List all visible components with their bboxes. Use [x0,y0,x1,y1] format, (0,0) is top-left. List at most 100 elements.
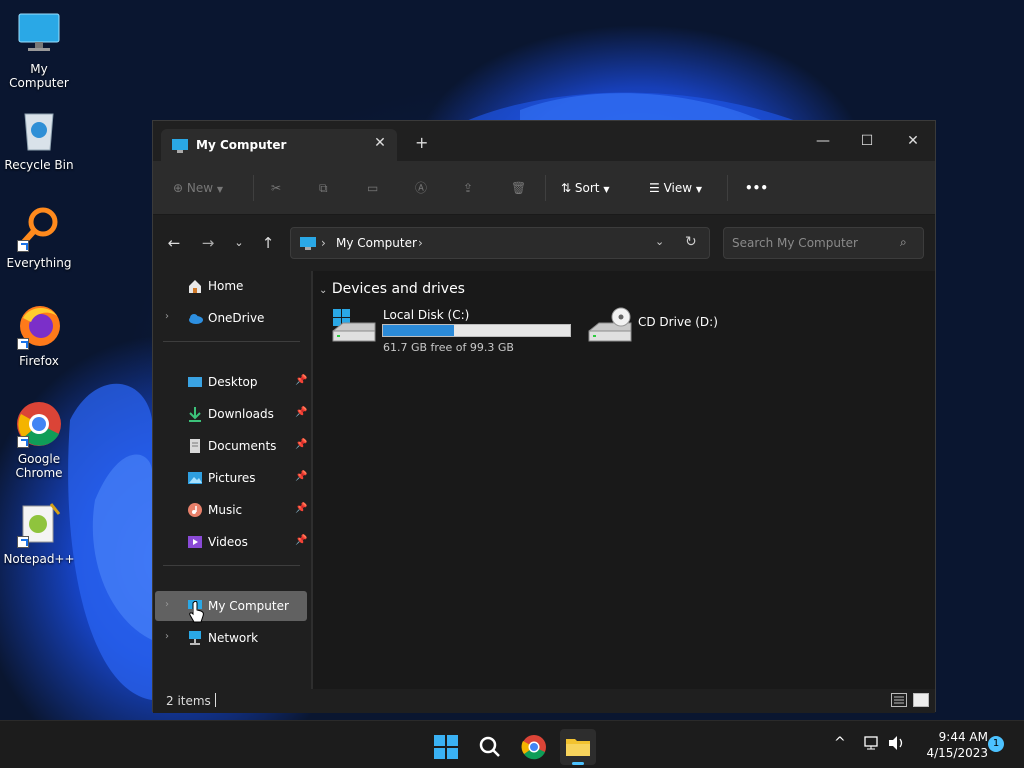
pin-icon: 📌 [295,375,308,386]
document-icon [187,438,203,454]
music-icon [187,502,203,518]
desktop-icon-everything[interactable]: Everything [0,204,78,270]
video-icon [187,534,203,550]
hand-cursor-icon [189,600,205,626]
rename-button[interactable]: Ⓐ [415,177,427,199]
drive-usage-bar [382,324,571,337]
sidebar-item-downloads[interactable]: Downloads 📌 [155,399,307,429]
copy-icon: ⧉ [319,181,328,195]
show-hidden-icons-chevron-icon[interactable]: ^ [834,735,846,751]
command-bar: ⊕ New ▼ ✂ ⧉ ▭ Ⓐ ⇪ 🗑 ⇅ Sort ▼ ☰ View ▼ ••… [153,161,935,215]
desktop-icon-label: Recycle Bin [4,158,74,172]
sidebar-item-label: Videos [208,535,248,549]
sidebar-item-documents[interactable]: Documents 📌 [155,431,307,461]
drive-usage-fill [383,325,454,336]
copy-button[interactable]: ⧉ [319,177,328,199]
cloud-icon [187,310,203,326]
back-arrow-icon[interactable]: ← [163,233,185,253]
desktop-icon-label: Notepad++ [3,552,75,566]
clock[interactable]: 9:44 AM 4/15/2023 [912,729,988,761]
sidebar-item-label: My Computer [208,599,289,613]
notepad-plus-plus-icon [15,500,63,548]
drive-item-cd-drive[interactable]: CD Drive (D:) [587,307,747,361]
details-view-icon[interactable] [891,693,907,707]
recent-locations-chevron-icon[interactable]: ⌄ [228,233,250,253]
scissors-icon: ✂ [271,181,282,195]
sidebar-item-onedrive[interactable]: › OneDrive [155,303,307,333]
chrome-taskbar-button[interactable] [516,729,552,765]
delete-button[interactable]: 🗑 [511,177,526,199]
tab-close-button[interactable]: ✕ [371,135,389,151]
large-icons-view-icon[interactable] [913,693,929,707]
sidebar-item-network[interactable]: › Network [155,623,307,653]
network-status-icon[interactable] [864,735,880,755]
sidebar-item-label: Desktop [208,375,258,389]
sidebar-item-pictures[interactable]: Pictures 📌 [155,463,307,493]
drive-item-local-disk[interactable]: Local Disk (C:) 61.7 GB free of 99.3 GB [331,307,577,361]
sidebar-item-videos[interactable]: Videos 📌 [155,527,307,557]
sort-button[interactable]: ⇅ Sort ▼ [561,177,609,199]
group-header-devices[interactable]: ⌄ Devices and drives [319,281,465,297]
address-row: ← → ⌄ ↑ › My Computer › ⌄ ↻ Search My Co… [153,215,935,271]
forward-arrow-icon[interactable]: → [197,233,219,253]
sort-button-label: Sort [574,181,600,195]
desktop-icon-firefox[interactable]: Firefox [0,302,78,368]
breadcrumb-segment[interactable]: My Computer [336,236,417,250]
new-button-label: New [186,181,214,195]
address-bar[interactable]: › My Computer › ⌄ ↻ [290,227,710,259]
new-tab-button[interactable]: + [415,133,428,152]
start-button[interactable] [428,729,464,765]
plus-circle-icon: ⊕ [173,181,184,195]
search-input[interactable]: Search My Computer ⌕ [723,227,924,259]
toolbar-divider [545,175,546,201]
chevron-right-icon[interactable]: › [165,631,169,642]
sidebar-divider [163,565,300,566]
clipboard-icon: ▭ [367,181,379,195]
clock-time: 9:44 AM [938,730,988,744]
see-more-button[interactable]: ••• [745,177,768,199]
trash-icon: 🗑 [511,181,527,195]
refresh-icon[interactable]: ↻ [685,234,697,250]
close-button[interactable]: ✕ [893,127,933,155]
new-button[interactable]: ⊕ New ▼ [173,177,223,199]
tab-my-computer[interactable]: My Computer ✕ [161,129,397,161]
maximize-button[interactable]: ☐ [847,127,887,155]
desktop-icon-my-computer[interactable]: My Computer [0,10,78,90]
pin-icon: 📌 [295,471,308,482]
file-list-area: ⌄ Devices and drives Local Disk (C:) 61.… [313,271,935,689]
chevron-down-icon: ⌄ [319,285,328,296]
shortcut-arrow-icon [17,338,29,350]
up-arrow-icon[interactable]: ↑ [257,233,279,253]
sidebar-item-home[interactable]: Home [155,271,307,301]
desktop-icon-notepadpp[interactable]: Notepad++ [0,500,78,566]
drive-name: Local Disk (C:) [383,308,470,322]
volume-icon[interactable] [888,735,906,755]
desktop-icon-recycle-bin[interactable]: Recycle Bin [0,106,78,172]
sidebar-item-desktop[interactable]: Desktop 📌 [155,367,307,397]
desktop-folder-icon [187,374,203,390]
breadcrumb-chevron-icon[interactable]: › [418,236,423,250]
picture-icon [187,470,203,486]
breadcrumb-chevron-icon: › [321,236,326,250]
file-explorer-taskbar-button[interactable] [560,729,596,765]
desktop-icon-chrome[interactable]: Google Chrome [0,400,78,480]
drive-free-space: 61.7 GB free of 99.3 GB [383,341,514,354]
monitor-icon [171,138,189,157]
sidebar-item-music[interactable]: Music 📌 [155,495,307,525]
paste-button[interactable]: ▭ [367,177,378,199]
sidebar-item-label: Music [208,503,243,517]
notification-badge[interactable]: 1 [988,736,1004,752]
sidebar-item-my-computer[interactable]: › My Computer [155,591,307,621]
network-icon [187,630,203,646]
address-history-chevron-icon[interactable]: ⌄ [655,235,664,248]
share-button[interactable]: ⇪ [463,177,473,199]
share-icon: ⇪ [463,181,474,195]
chevron-right-icon[interactable]: › [165,599,169,610]
view-button[interactable]: ☰ View ▼ [649,177,702,199]
search-taskbar-button[interactable] [472,729,508,765]
cut-button[interactable]: ✂ [271,177,281,199]
minimize-button[interactable]: — [803,127,843,155]
chevron-right-icon[interactable]: › [165,311,169,322]
title-bar[interactable]: My Computer ✕ + — ☐ ✕ [153,121,935,161]
desktop-icon-label: My Computer [9,62,69,90]
